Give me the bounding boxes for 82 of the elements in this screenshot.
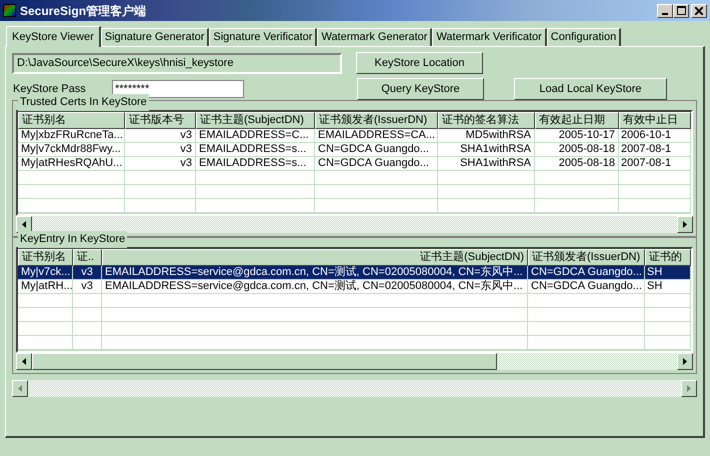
- table-cell: 2007-08-1: [619, 157, 691, 171]
- table-row[interactable]: My|v7ck... v3 EMAILADDRESS=service@gdca.com.cn, CN=测试, CN=02005080004, CN=东风中... CN=GDCA Guangdo... SH: [18, 266, 691, 280]
- tab[interactable]: KeyStore Viewer: [6, 26, 101, 47]
- empty-cell: [619, 171, 691, 185]
- column-header[interactable]: 证书颁发者(IssuerDN): [528, 249, 645, 266]
- scroll-right-button[interactable]: [677, 353, 693, 370]
- tab[interactable]: Configuration: [546, 28, 622, 46]
- right-arrow-icon: [683, 221, 687, 228]
- scroll-right-button[interactable]: [681, 380, 697, 397]
- column-header[interactable]: 证书的: [645, 249, 691, 266]
- table-cell: v3: [73, 280, 102, 294]
- column-header[interactable]: 证书的签名算法: [438, 112, 535, 129]
- window-title: SecureSign管理客户端: [20, 2, 146, 20]
- empty-cell: [18, 336, 73, 350]
- left-arrow-icon: [22, 221, 26, 228]
- maximize-button[interactable]: [673, 4, 689, 18]
- query-keystore-button[interactable]: Query KeyStore: [357, 78, 484, 100]
- table-row[interactable]: My|atRHesRQAhU... v3 EMAILADDRESS=s... CN=GDCA Guangdo... SHA1withRSA 2005-08-18 2007-08-1: [18, 157, 691, 171]
- scroll-right-button[interactable]: [677, 216, 693, 233]
- close-button[interactable]: [691, 4, 707, 18]
- keystore-pass-field[interactable]: ********: [112, 80, 244, 98]
- table-cell: EMAILADDRESS=s...: [196, 157, 315, 171]
- column-header[interactable]: 证书版本号: [125, 112, 196, 129]
- empty-cell: [619, 199, 691, 213]
- empty-cell: [18, 322, 73, 336]
- table-cell: SHA1withRSA: [438, 157, 535, 171]
- table-cell: CN=GDCA Guangdo...: [315, 157, 438, 171]
- maximize-icon: [676, 6, 686, 15]
- left-arrow-icon: [18, 385, 22, 392]
- column-header[interactable]: 证书主题(SubjectDN): [196, 112, 315, 129]
- column-header[interactable]: 证书颁发者(IssuerDN): [315, 112, 438, 129]
- table-cell: EMAILADDRESS=service@gdca.com.cn, CN=测试, CN=02005080004, CN=东风中...: [102, 280, 528, 294]
- group-title: Trusted Certs In KeyStore: [18, 94, 149, 110]
- table-cell: My|atRH...: [18, 280, 73, 294]
- empty-cell: [73, 308, 102, 322]
- minimize-icon: [662, 12, 668, 14]
- column-header[interactable]: 证..: [73, 249, 102, 266]
- table-row[interactable]: My|xbzFRuRcneTa... v3 EMAILADDRESS=C... EMAILADDRESS=CA... MD5withRSA 2005-10-17 2006-10-1: [18, 129, 691, 143]
- column-header[interactable]: 证书别名: [18, 112, 125, 129]
- right-arrow-icon: [683, 358, 687, 365]
- right-arrow-icon: [687, 385, 691, 392]
- column-header[interactable]: 证书别名: [18, 249, 73, 266]
- empty-cell: [73, 336, 102, 350]
- empty-cell: [619, 185, 691, 199]
- group-title: KeyEntry In KeyStore: [18, 231, 128, 248]
- column-header[interactable]: 证书主题(SubjectDN): [102, 249, 528, 266]
- app-logo-icon: [3, 4, 16, 17]
- empty-cell: [645, 308, 691, 322]
- keystore-pass-label: KeyStore Pass: [12, 82, 87, 97]
- tab[interactable]: Watermark Generator: [317, 28, 432, 46]
- minimize-button[interactable]: [657, 4, 673, 18]
- empty-cell: [645, 336, 691, 350]
- table-row[interactable]: My|v7ckMdr88Fwy... v3 EMAILADDRESS=s... CN=GDCA Guangdo... SHA1withRSA 2005-08-18 2007-08-1: [18, 143, 691, 157]
- empty-cell: [18, 294, 73, 308]
- scroll-left-button[interactable]: [16, 353, 32, 370]
- empty-cell: [18, 308, 73, 322]
- keystore-path-field[interactable]: D:\JavaSource\SecureX\keys\hnisi_keystore: [12, 52, 342, 74]
- table-row[interactable]: My|atRH... v3 EMAILADDRESS=service@gdca.com.cn, CN=测试, CN=02005080004, CN=东风中... CN=GDCA Guangdo... SH: [18, 280, 691, 294]
- empty-cell: [125, 171, 196, 185]
- scrollbar-thumb[interactable]: [32, 353, 497, 370]
- load-local-keystore-button[interactable]: Load Local KeyStore: [514, 78, 667, 100]
- scroll-left-button[interactable]: [16, 216, 32, 233]
- table-cell: My|atRHesRQAhU...: [18, 157, 125, 171]
- keystore-location-button[interactable]: KeyStore Location: [356, 52, 483, 74]
- tab[interactable]: Signature Verificator: [209, 28, 318, 46]
- tab[interactable]: Watermark Verificator: [432, 28, 547, 46]
- table-cell: v3: [125, 157, 196, 171]
- empty-cell: [73, 322, 102, 336]
- table-cell: CN=GDCA Guangdo...: [528, 280, 645, 294]
- tab[interactable]: Signature Generator: [100, 28, 210, 46]
- empty-cell: [645, 322, 691, 336]
- empty-cell: [73, 294, 102, 308]
- table-cell: 2005-08-18: [535, 157, 619, 171]
- column-header[interactable]: 有效起止日期: [535, 112, 619, 129]
- empty-cell: [125, 185, 196, 199]
- empty-cell: [125, 199, 196, 213]
- table-cell: SH: [645, 280, 691, 294]
- scroll-left-button[interactable]: [12, 380, 28, 397]
- empty-cell: [645, 294, 691, 308]
- close-icon: [695, 6, 703, 14]
- left-arrow-icon: [22, 358, 26, 365]
- column-header[interactable]: 有效中止日: [619, 112, 691, 129]
